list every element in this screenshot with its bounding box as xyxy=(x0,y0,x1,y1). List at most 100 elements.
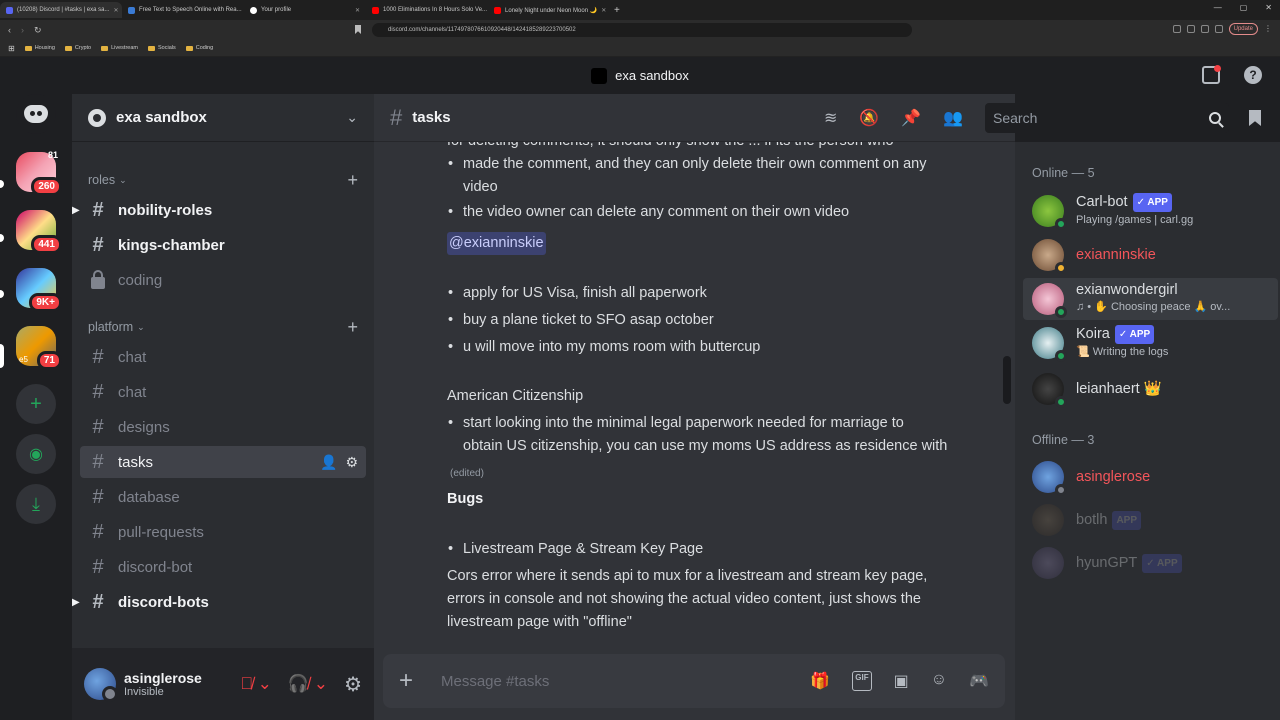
avatar[interactable] xyxy=(84,668,118,702)
member-item[interactable]: hyunGPT ✓ APP xyxy=(1032,542,1272,584)
forward-icon[interactable]: › xyxy=(21,25,24,36)
apps-icon[interactable]: 🎮 xyxy=(969,671,989,691)
update-button[interactable]: Update xyxy=(1228,23,1258,35)
user-mention[interactable]: @exianninskie xyxy=(447,232,546,255)
channel-discord-bots[interactable]: ▶ # discord-bots xyxy=(72,586,366,618)
server-folder[interactable]: e5 71 xyxy=(16,326,62,370)
channel-kings-chamber[interactable]: # kings-chamber xyxy=(80,229,366,261)
address-bar[interactable]: discord.com/channels/1174978076610920448… xyxy=(372,23,912,37)
channel-chat[interactable]: # chat xyxy=(80,341,366,373)
channel-designs[interactable]: # designs xyxy=(80,411,366,443)
extension-icon[interactable] xyxy=(1200,25,1209,33)
search-input[interactable]: Search xyxy=(985,103,1229,133)
gift-icon[interactable]: 🎁 xyxy=(810,671,830,691)
inbox-icon[interactable] xyxy=(1202,65,1221,84)
close-window-icon[interactable]: ✕ xyxy=(1265,3,1272,12)
channel-label: discord-bots xyxy=(118,593,209,611)
sticker-icon[interactable]: ▣ xyxy=(894,671,909,691)
discover-icon[interactable]: ◉ xyxy=(16,434,56,474)
bookmark-folder[interactable]: Crypto xyxy=(64,45,91,51)
emoji-icon[interactable]: ☺ xyxy=(931,671,947,691)
apps-icon[interactable]: ⊞ xyxy=(8,44,15,53)
close-tab-icon[interactable]: ✕ xyxy=(355,7,360,14)
extensions: Update ⋮ xyxy=(1172,23,1272,35)
member-item[interactable]: exianninskie xyxy=(1032,234,1272,276)
server-folder[interactable]: 81 260 xyxy=(16,150,62,196)
guild-header[interactable]: exa sandbox ⌄ xyxy=(72,94,374,142)
search-placeholder: Search xyxy=(993,110,1038,126)
maximize-icon[interactable]: ▢ xyxy=(1240,3,1248,12)
user-settings-icon[interactable]: ⚙ xyxy=(344,672,362,697)
bookmark-folder[interactable]: Housing xyxy=(24,45,55,51)
browser-tab[interactable]: Free Text to Speech Online with Rea...✕ xyxy=(122,2,244,18)
browser-tab[interactable]: Lonely Night under Neon Moon 🌙 ✕ xyxy=(488,2,610,18)
server-folder[interactable]: 9K+ xyxy=(16,268,62,312)
message-text: the video owner can delete any comment o… xyxy=(463,204,850,220)
minimize-icon[interactable]: — xyxy=(1214,3,1222,12)
bookmark-folder[interactable]: Livestream xyxy=(101,45,138,51)
extension-icon[interactable] xyxy=(1186,25,1195,33)
bookmark-folder[interactable]: Socials xyxy=(148,45,176,51)
member-item[interactable]: Carl-bot ✓ APP Playing /games | carl.gg xyxy=(1032,190,1272,232)
bookmark-label: Livestream xyxy=(111,45,138,51)
section-heading: American Citizenship xyxy=(447,388,584,404)
channel-tasks[interactable]: # tasks 👤 ⚙ xyxy=(80,446,366,478)
saved-items-icon[interactable] xyxy=(1249,110,1261,126)
member-item[interactable]: asinglerose xyxy=(1032,456,1272,498)
channel-chat-2[interactable]: # chat xyxy=(80,376,366,408)
reload-icon[interactable]: ↻ xyxy=(34,25,42,36)
member-info: exianwondergirl ♫ • ✋ Choosing peace 🙏 o… xyxy=(1076,282,1230,316)
browser-tab[interactable]: Your profile ✕ xyxy=(244,2,366,18)
member-item[interactable]: leianhaert 👑 xyxy=(1032,368,1272,410)
back-icon[interactable]: ‹ xyxy=(8,25,11,36)
new-tab-button[interactable]: + xyxy=(610,5,620,16)
member-info: Koira ✓ APP 📜 Writing the logs xyxy=(1076,325,1168,361)
extension-icon[interactable] xyxy=(1172,25,1181,33)
extension-icon[interactable] xyxy=(1214,25,1223,33)
upload-plus-icon[interactable]: + xyxy=(399,667,423,695)
channel-pull-requests[interactable]: # pull-requests xyxy=(80,516,366,548)
browser-tab[interactable]: (10208) Discord | #tasks | exa sa... ✕ xyxy=(0,2,122,18)
threads-icon[interactable]: ≋ xyxy=(824,108,837,128)
server-folder[interactable]: 441 xyxy=(16,210,62,254)
channel-discord-bot[interactable]: # discord-bot xyxy=(80,551,366,583)
message-list: for deleting comments, it should only sh… xyxy=(374,142,1015,642)
browser-tab[interactable]: 1000 Eliminations In 8 Hours Solo Ve...✕ xyxy=(366,2,488,18)
user-info[interactable]: asinglerose Invisible xyxy=(124,670,202,698)
gear-icon[interactable]: ⚙ xyxy=(345,454,358,471)
close-tab-icon[interactable]: ✕ xyxy=(114,7,119,14)
message-input[interactable] xyxy=(441,672,781,690)
menu-icon[interactable]: ⋮ xyxy=(1264,25,1272,33)
message-text: u will move into my moms room with butte… xyxy=(463,339,761,355)
category-platform[interactable]: platform ⌄ + xyxy=(88,317,358,337)
mention-badge: 71 xyxy=(36,351,62,370)
scrollbar[interactable] xyxy=(1003,356,1011,404)
member-list-icon[interactable]: 👥 xyxy=(943,108,963,128)
member-item[interactable]: botlh APP xyxy=(1032,499,1272,541)
direct-messages-button[interactable] xyxy=(16,94,56,134)
tab-label: Free Text to Speech Online with Rea... xyxy=(139,7,242,13)
headphones-muted-icon[interactable]: 🎧̸ ⌄ xyxy=(288,674,328,694)
create-channel-icon[interactable]: + xyxy=(347,317,358,338)
channel-database[interactable]: # database xyxy=(80,481,366,513)
mic-muted-icon[interactable]: 🎙̸ ⌄ xyxy=(240,674,272,694)
close-tab-icon[interactable]: ✕ xyxy=(601,7,606,14)
member-name: Koira xyxy=(1076,326,1110,342)
channel-label: pull-requests xyxy=(118,523,204,541)
category-roles[interactable]: roles ⌄ + xyxy=(88,170,358,190)
invite-icon[interactable]: 👤 xyxy=(320,454,337,471)
member-item[interactable]: exianwondergirl ♫ • ✋ Choosing peace 🙏 o… xyxy=(1023,278,1278,320)
gif-icon[interactable]: GIF xyxy=(852,671,872,691)
add-server-button[interactable]: + xyxy=(16,384,56,424)
pin-icon[interactable]: 📌 xyxy=(901,108,921,128)
create-channel-icon[interactable]: + xyxy=(347,170,358,191)
help-icon[interactable]: ? xyxy=(1244,66,1262,84)
hashtag-icon: # xyxy=(92,380,104,403)
download-icon[interactable]: ⤓ xyxy=(16,484,56,524)
notifications-muted-icon[interactable]: 🔕 xyxy=(859,108,879,128)
channel-nobility-roles[interactable]: ▶ # nobility-roles xyxy=(72,194,366,226)
member-item[interactable]: Koira ✓ APP 📜 Writing the logs xyxy=(1032,322,1272,364)
bookmark-page-icon[interactable] xyxy=(355,25,361,34)
channel-coding[interactable]: coding xyxy=(80,264,366,296)
bookmark-folder[interactable]: Coding xyxy=(185,45,213,51)
